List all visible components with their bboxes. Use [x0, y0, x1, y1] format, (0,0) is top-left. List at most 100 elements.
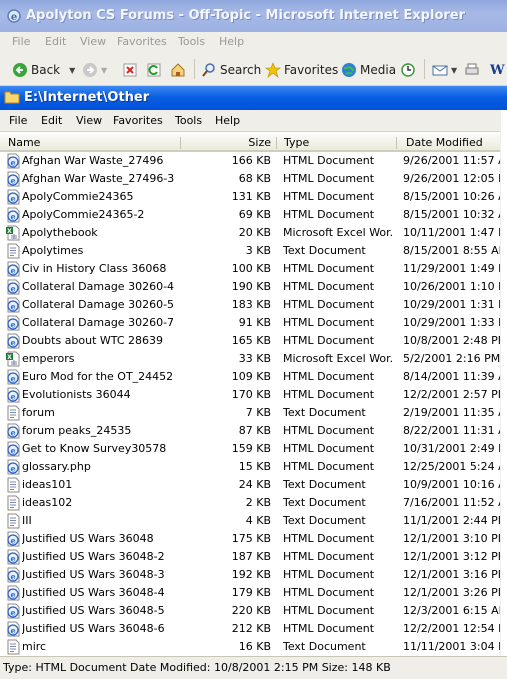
status-text: Type: HTML Document Date Modified: 10/8/… [3, 661, 391, 674]
svg-text:e: e [10, 392, 15, 402]
file-row[interactable]: III 4 KB Text Document 11/1/2001 2:44 PM [0, 512, 500, 530]
window-border [500, 110, 507, 656]
menu-favorites[interactable]: Favorites [113, 114, 163, 127]
mail-button[interactable]: ▼ [432, 61, 457, 79]
ie-menu-favorites[interactable]: Favorites [117, 35, 167, 48]
ie-menu-view[interactable]: View [80, 35, 106, 48]
html-document-icon: e [7, 459, 20, 475]
file-row[interactable]: e Collateral Damage 30260-7 91 KB HTML Docu… [0, 314, 500, 332]
forward-dropdown-icon[interactable]: ▼ [101, 66, 107, 75]
file-date-modified: 11/29/2001 1:49 PM [403, 262, 500, 275]
file-row[interactable]: Xemperors 33 KB Microsoft Excel Wor... 5/2/… [0, 350, 500, 368]
menu-view[interactable]: View [76, 114, 102, 127]
column-header-name[interactable]: Name [8, 134, 178, 152]
svg-text:e: e [11, 12, 17, 23]
ie-menu-tools[interactable]: Tools [178, 35, 205, 48]
word-icon: W [490, 62, 505, 78]
file-row[interactable]: e Doubts about WTC 28639 165 KB HTML Docume… [0, 332, 500, 350]
file-type: HTML Document [283, 154, 375, 167]
history-button[interactable] [400, 61, 416, 79]
file-row[interactable]: e Afghan War Waste_27496-3 68 KB HTML Docum… [0, 170, 500, 188]
file-type: HTML Document [283, 262, 375, 275]
explorer-window-title: E:\Internet\Other [24, 90, 150, 105]
file-row[interactable]: e Afghan War Waste_27496 166 KB HTML Docume… [0, 152, 500, 170]
menu-file[interactable]: File [9, 114, 27, 127]
column-header-date-modified[interactable]: Date Modified [406, 134, 506, 152]
file-date-modified: 9/26/2001 11:57 AM [403, 154, 500, 167]
ie-menu-edit[interactable]: Edit [45, 35, 66, 48]
file-row[interactable]: e Justified US Wars 36048 175 KB HTML Docum… [0, 530, 500, 548]
file-date-modified: 12/1/2001 3:12 PM [403, 550, 500, 563]
file-type: HTML Document [283, 370, 375, 383]
file-name: Justified US Wars 36048-6 [22, 622, 165, 635]
stop-button[interactable] [122, 61, 138, 79]
column-header-type[interactable]: Type [284, 134, 394, 152]
file-row[interactable]: mirc 16 KB Text Document 11/11/2001 3:04 PM [0, 638, 500, 656]
file-row[interactable]: e Collateral Damage 30260-5 183 KB HTML Doc… [0, 296, 500, 314]
forward-button[interactable]: ▼ [82, 61, 107, 79]
search-button[interactable]: Search [201, 61, 261, 79]
file-name: emperors [22, 352, 75, 365]
mail-dropdown-icon[interactable]: ▼ [451, 66, 457, 75]
ie-menu-file[interactable]: File [12, 35, 30, 48]
explorer-title-bar[interactable]: E:\Internet\Other [0, 86, 507, 110]
home-button[interactable] [170, 61, 186, 79]
file-row[interactable]: e Euro Mod for the OT_24452 109 KB HTML Doc… [0, 368, 500, 386]
ie-menu-help[interactable]: Help [219, 35, 244, 48]
svg-text:e: e [10, 572, 15, 582]
file-row[interactable]: e Evolutionists 36044 170 KB HTML Document 1… [0, 386, 500, 404]
file-row[interactable]: e forum peaks_24535 87 KB HTML Document 8/22… [0, 422, 500, 440]
column-divider[interactable] [396, 137, 397, 149]
file-row[interactable]: e Justified US Wars 36048-2 187 KB HTML Doc… [0, 548, 500, 566]
file-date-modified: 12/25/2001 5:24 AM [403, 460, 500, 473]
file-row[interactable]: forum 7 KB Text Document 2/19/2001 11:35 AM [0, 404, 500, 422]
file-name: Collateral Damage 30260-5 [22, 298, 175, 311]
stop-icon [123, 63, 137, 77]
column-divider[interactable] [180, 137, 181, 149]
file-date-modified: 10/29/2001 1:31 PM [403, 298, 500, 311]
file-row[interactable]: e ApolyCommie24365 131 KB HTML Document 8/15… [0, 188, 500, 206]
ie-title-bar[interactable]: e Apolyton CS Forums - Off-Topic - Micro… [0, 0, 507, 32]
menu-edit[interactable]: Edit [41, 114, 62, 127]
html-document-icon: e [7, 423, 20, 439]
file-row[interactable]: e Civ in History Class 36068 100 KB HTML Do… [0, 260, 500, 278]
file-row[interactable]: e Collateral Damage 30260-4 190 KB HTML Doc… [0, 278, 500, 296]
file-row[interactable]: e Justified US Wars 36048-6 212 KB HTML Doc… [0, 620, 500, 638]
file-date-modified: 5/2/2001 2:16 PM [403, 352, 500, 365]
file-size: 91 KB [238, 316, 271, 329]
file-row[interactable]: e ApolyCommie24365-2 69 KB HTML Document 8/1… [0, 206, 500, 224]
column-divider[interactable] [276, 137, 277, 149]
print-button[interactable] [464, 61, 480, 79]
media-button[interactable]: Media [341, 61, 396, 79]
menu-tools[interactable]: Tools [175, 114, 202, 127]
html-document-icon: e [7, 585, 20, 601]
file-date-modified: 8/15/2001 10:32 AM [403, 208, 500, 221]
file-row[interactable]: e Justified US Wars 36048-3 192 KB HTML Doc… [0, 566, 500, 584]
file-name: glossary.php [22, 460, 91, 473]
file-row[interactable]: Apolytimes 3 KB Text Document 8/15/2001 8:5… [0, 242, 500, 260]
file-row[interactable]: X Apolythebook 20 KB Microsoft Excel Wor...… [0, 224, 500, 242]
html-document-icon: e [7, 621, 20, 637]
ie-toolbar: Back ▼ ▼ Search Favorites Media ▼ W [0, 52, 507, 86]
back-button[interactable]: Back ▼ [12, 61, 75, 79]
html-document-icon: e [7, 333, 20, 349]
file-date-modified: 10/9/2001 10:16 AM [403, 478, 500, 491]
back-dropdown-icon[interactable]: ▼ [69, 66, 75, 75]
file-row[interactable]: ideas102 2 KB Text Document 7/16/2001 11:52… [0, 494, 500, 512]
file-row[interactable]: e Justified US Wars 36048-4 179 KB HTML Doc… [0, 584, 500, 602]
html-document-icon: e [7, 387, 20, 403]
file-type: HTML Document [283, 334, 375, 347]
file-size: 212 KB [231, 622, 271, 635]
file-row[interactable]: ideas101 24 KB Text Document 10/9/2001 10:1… [0, 476, 500, 494]
file-type: HTML Document [283, 532, 375, 545]
column-header-size[interactable]: Size [182, 134, 271, 152]
file-row[interactable]: e glossary.php 15 KB HTML Document 12/25/200… [0, 458, 500, 476]
file-size: 187 KB [231, 550, 271, 563]
word-button[interactable]: W [490, 61, 505, 79]
favorites-button[interactable]: Favorites [265, 61, 338, 79]
file-row[interactable]: e Justified US Wars 36048-5 220 KB HTML Doc… [0, 602, 500, 620]
menu-help[interactable]: Help [215, 114, 240, 127]
file-row[interactable]: e Get to Know Survey30578 159 KB HTML Docum… [0, 440, 500, 458]
file-date-modified: 12/3/2001 6:15 AM [403, 604, 500, 617]
refresh-button[interactable] [146, 61, 162, 79]
